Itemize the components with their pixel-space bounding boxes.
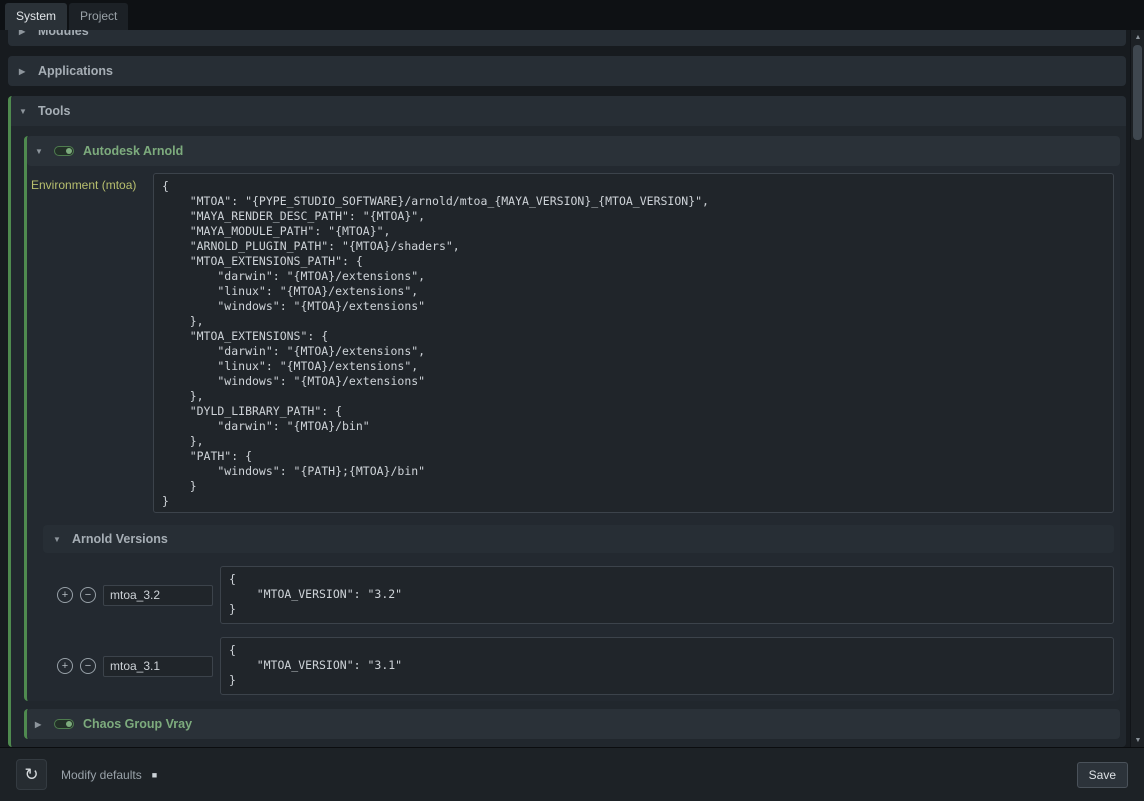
section-chaos-group-vray: ▶ Chaos Group Vray — [24, 709, 1120, 739]
autodesk-arnold-title: Autodesk Arnold — [83, 144, 183, 158]
arnold-versions-header[interactable]: ▼ Arnold Versions — [43, 525, 1114, 553]
expanded-arrow-icon: ▼ — [35, 147, 45, 156]
section-tools: ▼ Tools ▼ Autodesk Arnold Environment (m… — [8, 96, 1126, 747]
environment-mtoa-label: Environment (mtoa) — [29, 173, 153, 192]
section-tools-header[interactable]: ▼ Tools — [11, 96, 1126, 126]
remove-version-button[interactable]: − — [80, 587, 96, 603]
remove-version-button[interactable]: − — [80, 658, 96, 674]
collapsed-arrow-icon: ▶ — [35, 720, 45, 729]
collapsed-arrow-icon: ▶ — [19, 67, 29, 76]
expanded-arrow-icon: ▼ — [53, 535, 63, 544]
section-applications-header[interactable]: ▶ Applications — [8, 56, 1126, 86]
arnold-version-row: + − { "MTOA_VERSION": "3.1" } — [57, 637, 1114, 695]
section-modules-label: Modules — [38, 30, 89, 38]
section-autodesk-arnold: ▼ Autodesk Arnold Environment (mtoa) { "… — [24, 136, 1120, 701]
tab-system[interactable]: System — [5, 3, 67, 30]
tab-project[interactable]: Project — [69, 3, 128, 30]
autodesk-arnold-header[interactable]: ▼ Autodesk Arnold — [27, 136, 1120, 166]
arnold-version-row: + − { "MTOA_VERSION": "3.2" } — [57, 566, 1114, 624]
scroll-up-arrow-icon[interactable]: ▲ — [1131, 30, 1144, 44]
version-value-textarea[interactable]: { "MTOA_VERSION": "3.1" } — [220, 637, 1114, 695]
footer-bar: ↻ Modify defaults ■ Save — [0, 747, 1144, 801]
vertical-scrollbar[interactable]: ▲ ▼ — [1130, 30, 1144, 747]
modify-defaults-checkbox[interactable]: ■ — [152, 770, 157, 780]
scrollbar-thumb[interactable] — [1133, 45, 1142, 140]
collapsed-arrow-icon: ▶ — [19, 30, 29, 36]
environment-mtoa-row: Environment (mtoa) { "MTOA": "{PYPE_STUD… — [29, 173, 1114, 513]
environment-mtoa-textarea[interactable]: { "MTOA": "{PYPE_STUDIO_SOFTWARE}/arnold… — [153, 173, 1114, 513]
section-modules-header[interactable]: ▶ Modules — [8, 30, 1126, 46]
arnold-versions-label: Arnold Versions — [72, 532, 168, 546]
version-name-input[interactable] — [103, 656, 213, 677]
save-button[interactable]: Save — [1077, 762, 1128, 788]
section-applications-label: Applications — [38, 64, 113, 78]
section-applications: ▶ Applications — [8, 56, 1126, 86]
arnold-enabled-toggle[interactable] — [54, 146, 74, 156]
modify-defaults-label: Modify defaults — [61, 768, 142, 782]
expanded-arrow-icon: ▼ — [19, 107, 29, 116]
tab-bar: System Project — [0, 0, 1144, 30]
chaos-group-vray-title: Chaos Group Vray — [83, 717, 192, 731]
version-value-textarea[interactable]: { "MTOA_VERSION": "3.2" } — [220, 566, 1114, 624]
version-name-input[interactable] — [103, 585, 213, 606]
section-tools-label: Tools — [38, 104, 70, 118]
refresh-button[interactable]: ↻ — [16, 759, 47, 790]
settings-scroll-area: ▶ Modules ▶ Applications ▼ Tools ▼ Autod… — [0, 30, 1130, 747]
chaos-group-vray-header[interactable]: ▶ Chaos Group Vray — [27, 709, 1120, 739]
refresh-icon: ↻ — [24, 765, 38, 785]
section-modules: ▶ Modules — [8, 30, 1126, 46]
add-version-button[interactable]: + — [57, 587, 73, 603]
vray-enabled-toggle[interactable] — [54, 719, 74, 729]
scroll-down-arrow-icon[interactable]: ▼ — [1131, 733, 1144, 747]
add-version-button[interactable]: + — [57, 658, 73, 674]
